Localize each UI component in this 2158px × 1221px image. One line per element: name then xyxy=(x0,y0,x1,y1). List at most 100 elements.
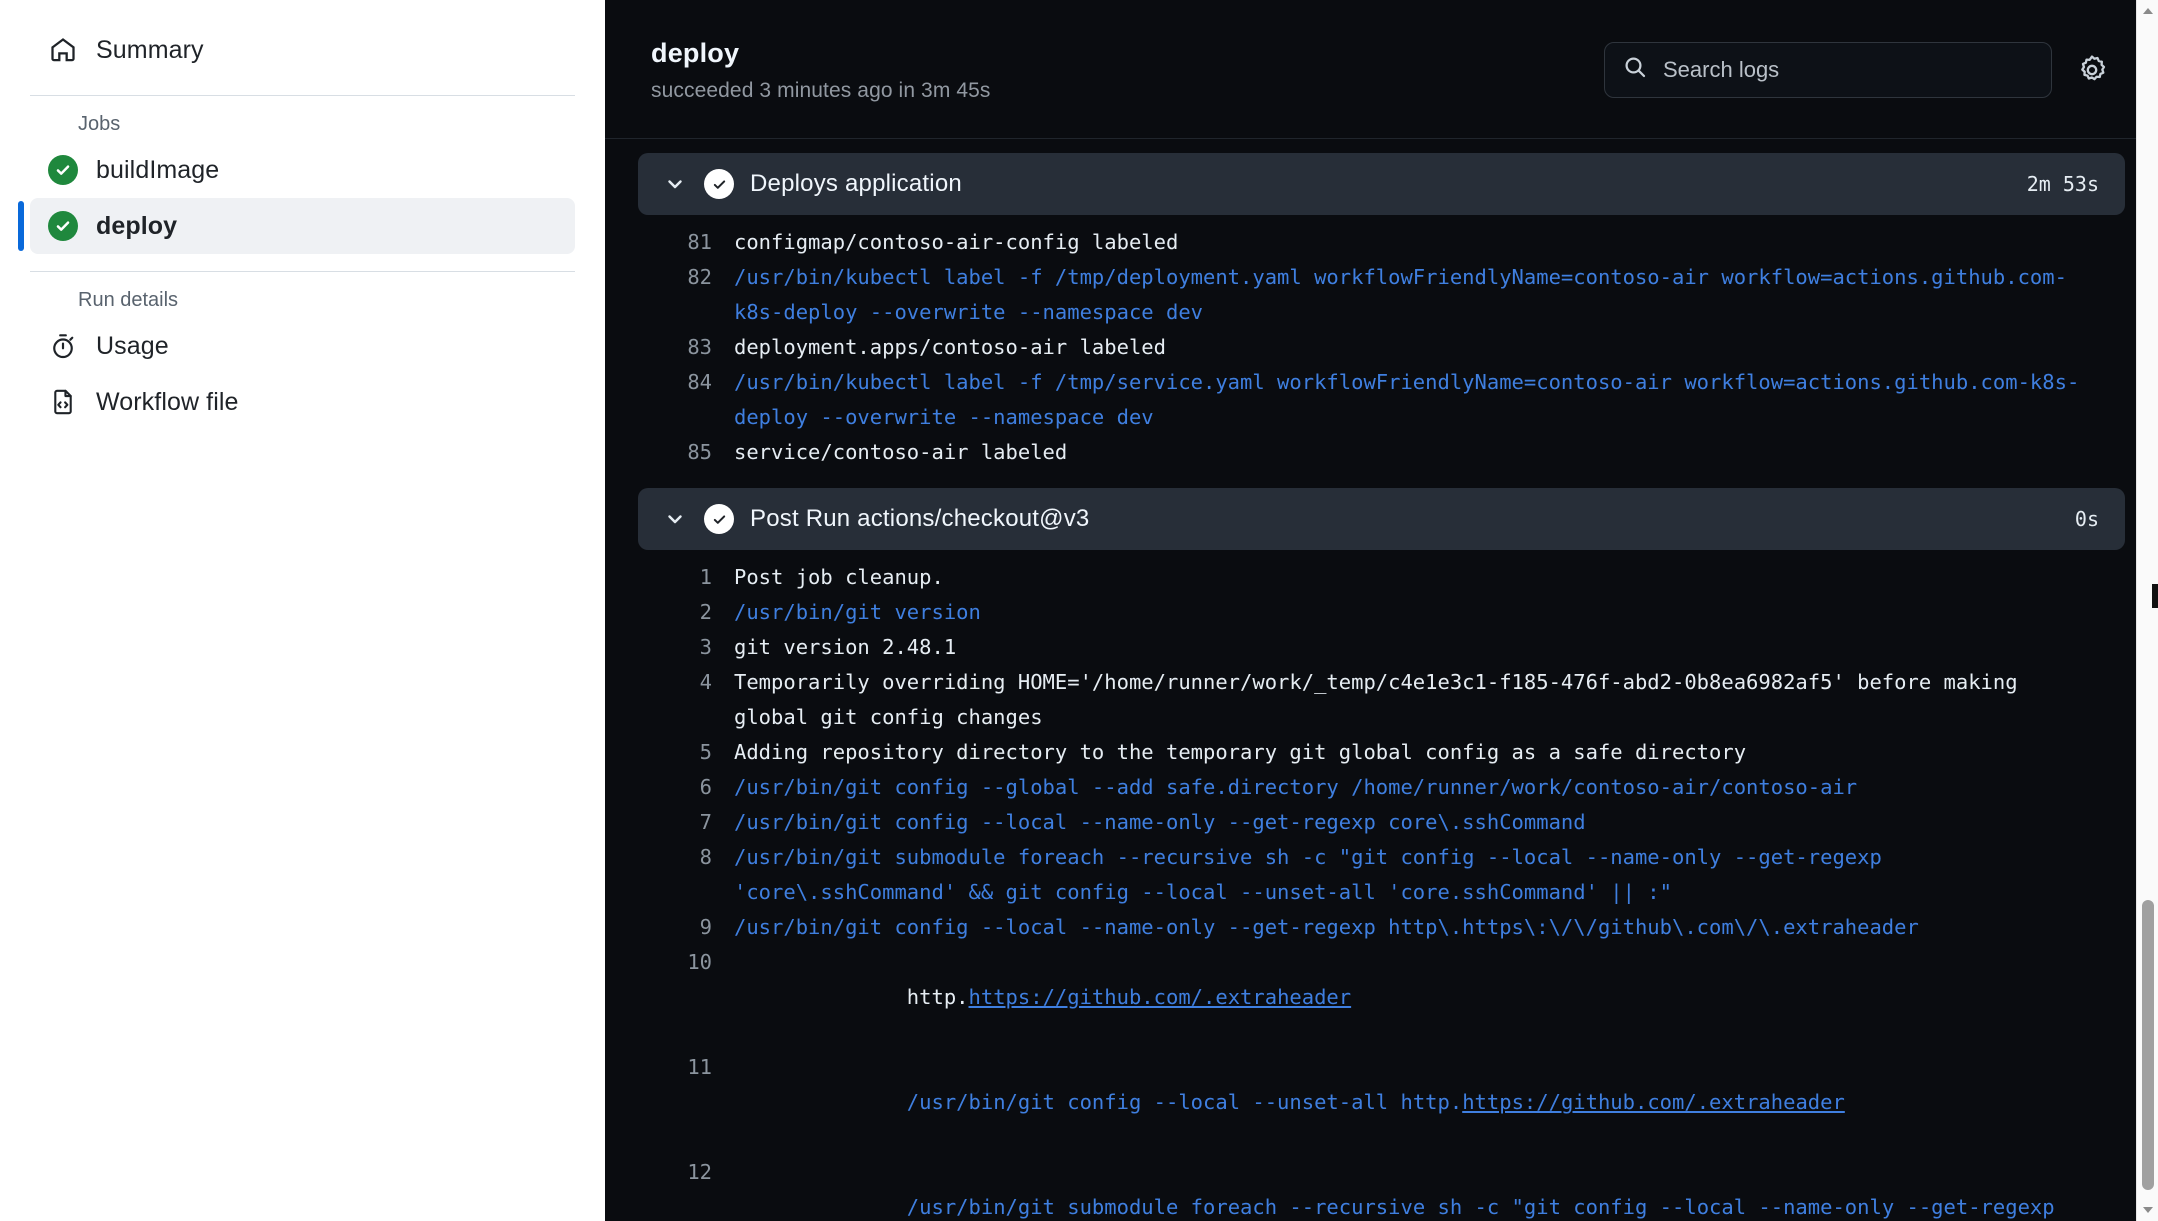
success-check-icon xyxy=(48,155,78,185)
log-line-number: 4 xyxy=(699,670,712,694)
success-check-icon xyxy=(704,169,734,199)
log-group-header[interactable]: Deploys application 2m 53s xyxy=(638,153,2125,215)
log-line-number: 10 xyxy=(687,950,712,974)
home-icon xyxy=(48,35,78,65)
log-line-text: /usr/bin/git config --local --name-only … xyxy=(734,915,1919,939)
log-line-prefix: /usr/bin/git config --local --unset-all … xyxy=(906,1090,1463,1114)
sidebar-item-label: Workflow file xyxy=(96,387,239,416)
log-line-text: git version 2.48.1 xyxy=(734,635,957,659)
log-line-number: 6 xyxy=(699,775,712,799)
log-body: Deploys application 2m 53s 81 configmap/… xyxy=(605,139,2158,1221)
sidebar-item-label: Summary xyxy=(96,35,204,64)
sidebar: Summary Jobs buildImage deploy Run detai… xyxy=(0,0,605,1221)
log-line-text: /usr/bin/git version xyxy=(734,600,981,624)
log-line: 4 Temporarily overriding HOME='/home/run… xyxy=(638,665,2125,735)
gear-icon[interactable] xyxy=(2072,50,2112,90)
sidebar-item-buildimage[interactable]: buildImage xyxy=(30,142,575,198)
page-scrollbar[interactable] xyxy=(2136,0,2158,1221)
log-line-number: 12 xyxy=(687,1160,712,1184)
scroll-down-arrow-icon[interactable] xyxy=(2137,1201,2158,1219)
sidebar-divider-2 xyxy=(30,271,575,272)
success-check-icon xyxy=(704,504,734,534)
log-line: 85 service/contoso-air labeled xyxy=(638,435,2125,470)
log-line-text: /usr/bin/git config --global --add safe.… xyxy=(734,775,1858,799)
log-line-number: 8 xyxy=(699,845,712,869)
log-line-text: /usr/bin/kubectl label -f /tmp/service.y… xyxy=(734,370,2080,429)
sidebar-item-usage[interactable]: Usage xyxy=(30,318,575,374)
log-line: 81 configmap/contoso-air-config labeled xyxy=(638,225,2125,260)
log-line-number: 1 xyxy=(699,565,712,589)
log-line-text: configmap/contoso-air-config labeled xyxy=(734,230,1179,254)
search-logs-box[interactable] xyxy=(1604,41,2052,98)
log-line-number: 85 xyxy=(687,440,712,464)
scrollbar-thumb[interactable] xyxy=(2142,900,2154,1190)
search-input[interactable] xyxy=(1663,56,2033,83)
file-code-icon xyxy=(48,387,78,417)
log-line-prefix: /usr/bin/git submodule foreach --recursi… xyxy=(906,1195,2055,1219)
log-line-text: /usr/bin/kubectl label -f /tmp/deploymen… xyxy=(734,265,2067,324)
log-group-name: Post Run actions/checkout@v3 xyxy=(750,505,1090,532)
sidebar-item-label: deploy xyxy=(96,211,178,240)
log-line-number: 81 xyxy=(687,230,712,254)
search-icon xyxy=(1623,55,1647,84)
log-line-number: 9 xyxy=(699,915,712,939)
log-line-link[interactable]: https://github.com/.extraheader xyxy=(969,985,1352,1009)
log-line-number: 83 xyxy=(687,335,712,359)
log-line-number: 2 xyxy=(699,600,712,624)
log-group-duration: 2m 53s xyxy=(2026,172,2099,196)
chevron-down-icon xyxy=(662,173,688,195)
log-group-header[interactable]: Post Run actions/checkout@v3 0s xyxy=(638,488,2125,550)
log-group-deploys-application: Deploys application 2m 53s 81 configmap/… xyxy=(638,153,2125,488)
log-line-number: 5 xyxy=(699,740,712,764)
log-line-text: Post job cleanup. xyxy=(734,565,944,589)
log-line-text: deployment.apps/contoso-air labeled xyxy=(734,335,1166,359)
log-line-number: 84 xyxy=(687,370,712,394)
log-lines: 81 configmap/contoso-air-config labeled … xyxy=(638,219,2125,488)
log-panel-header: deploy succeeded 3 minutes ago in 3m 45s xyxy=(605,0,2158,139)
log-line-text: /usr/bin/git submodule foreach --recursi… xyxy=(734,845,1895,904)
log-line: 84 /usr/bin/kubectl label -f /tmp/servic… xyxy=(638,365,2125,435)
sidebar-item-label: buildImage xyxy=(96,155,220,184)
log-line: 9 /usr/bin/git config --local --name-onl… xyxy=(638,910,2125,945)
sidebar-item-deploy[interactable]: deploy xyxy=(18,198,575,254)
log-line: 8 /usr/bin/git submodule foreach --recur… xyxy=(638,840,2125,910)
success-check-icon xyxy=(48,211,78,241)
log-line: 1 Post job cleanup. xyxy=(638,560,2125,595)
log-line-link[interactable]: https://github.com/.extraheader xyxy=(1462,1090,1845,1114)
sidebar-item-label: Usage xyxy=(96,331,169,360)
log-panel: deploy succeeded 3 minutes ago in 3m 45s xyxy=(605,0,2158,1221)
log-line-text: Temporarily overriding HOME='/home/runne… xyxy=(734,670,2030,729)
log-line-text: Adding repository directory to the tempo… xyxy=(734,740,1747,764)
scroll-up-arrow-icon[interactable] xyxy=(2137,2,2158,20)
sidebar-divider-1 xyxy=(30,95,575,96)
log-lines: 1 Post job cleanup. 2 /usr/bin/git versi… xyxy=(638,554,2125,1221)
sidebar-run-details-heading: Run details xyxy=(78,289,179,311)
log-line-number: 11 xyxy=(687,1055,712,1079)
log-line-number: 82 xyxy=(687,265,712,289)
sidebar-item-workflow-file[interactable]: Workflow file xyxy=(30,374,575,430)
stopwatch-icon xyxy=(48,331,78,361)
workflow-run-page: Summary Jobs buildImage deploy Run detai… xyxy=(0,0,2158,1221)
log-line: 5 Adding repository directory to the tem… xyxy=(638,735,2125,770)
log-group-duration: 0s xyxy=(2074,507,2099,531)
log-group-name: Deploys application xyxy=(750,170,962,197)
log-line-text: /usr/bin/git config --local --name-only … xyxy=(734,810,1586,834)
log-line: 3 git version 2.48.1 xyxy=(638,630,2125,665)
log-line-prefix: http. xyxy=(906,985,969,1009)
log-line: 12 /usr/bin/git submodule foreach --recu… xyxy=(638,1155,2125,1221)
log-line-number: 3 xyxy=(699,635,712,659)
sidebar-jobs-heading: Jobs xyxy=(78,113,121,135)
log-line-number: 7 xyxy=(699,810,712,834)
log-line: 83 deployment.apps/contoso-air labeled xyxy=(638,330,2125,365)
log-group-post-run-checkout: Post Run actions/checkout@v3 0s 1 Post j… xyxy=(638,488,2125,1221)
job-title: deploy xyxy=(651,38,740,68)
sidebar-item-summary[interactable]: Summary xyxy=(30,22,575,78)
log-line: 6 /usr/bin/git config --global --add saf… xyxy=(638,770,2125,805)
log-line: 2 /usr/bin/git version xyxy=(638,595,2125,630)
log-line: 11 /usr/bin/git config --local --unset-a… xyxy=(638,1050,2125,1155)
chevron-down-icon xyxy=(662,508,688,530)
job-status-subtitle: succeeded 3 minutes ago in 3m 45s xyxy=(651,79,991,102)
viewport-edge-marker xyxy=(2152,584,2158,608)
log-line: 10 http.https://github.com/.extraheader xyxy=(638,945,2125,1050)
log-line-text: service/contoso-air labeled xyxy=(734,440,1068,464)
